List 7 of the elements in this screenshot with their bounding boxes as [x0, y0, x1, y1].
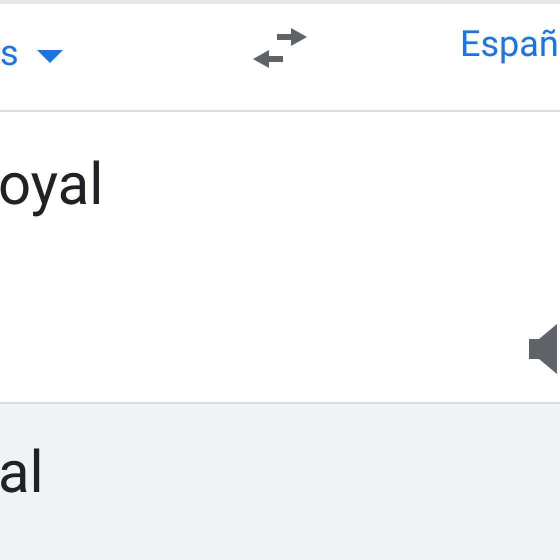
caret-icon[interactable]: [36, 50, 63, 64]
swap-icon[interactable]: [253, 26, 307, 70]
source-text[interactable]: oyal: [0, 156, 560, 214]
source-language[interactable]: s: [0, 35, 19, 71]
target-language[interactable]: Españ: [460, 26, 559, 62]
speaker-icon[interactable]: [529, 324, 560, 374]
translated-text: al: [0, 444, 45, 502]
